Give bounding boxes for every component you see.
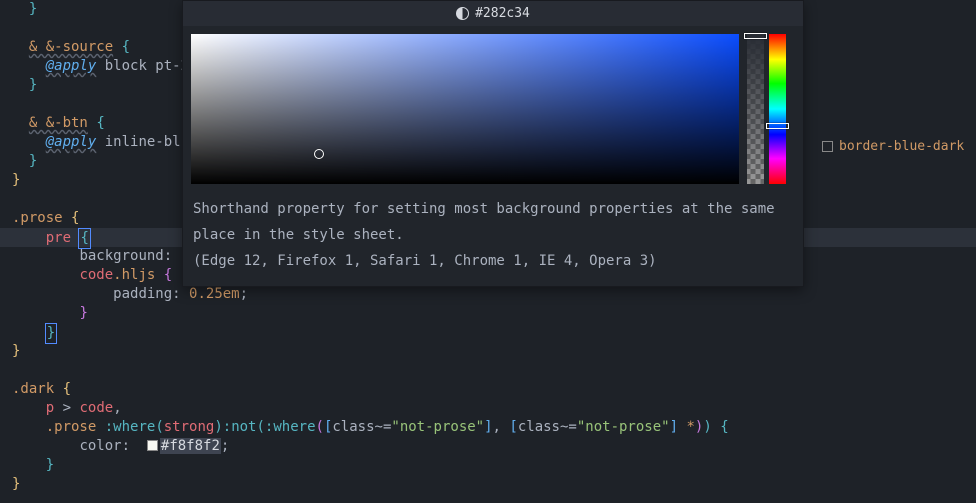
selector-tag: pre xyxy=(46,230,71,246)
hex-value: #f8f8f2 xyxy=(160,438,221,454)
pseudo-func: :where xyxy=(265,419,316,435)
star-selector: * xyxy=(686,419,694,435)
close-brace: } xyxy=(79,305,87,321)
selector-tag: strong xyxy=(164,419,215,435)
contrast-icon xyxy=(456,7,469,20)
hue-slider[interactable] xyxy=(769,34,786,184)
open-brace: { xyxy=(122,39,130,55)
code-text: block pt-2 xyxy=(96,58,189,74)
property-description: Shorthand property for setting most back… xyxy=(193,196,793,248)
combinator: > xyxy=(63,400,71,416)
pseudo-func: :where xyxy=(105,419,156,435)
selector: & &-source xyxy=(29,39,113,55)
at-rule: @apply xyxy=(46,58,97,74)
close-brace: } xyxy=(45,323,57,344)
alpha-slider[interactable] xyxy=(747,34,764,184)
selector-class: .hljs xyxy=(113,267,155,283)
color-picker-header[interactable]: #282c34 xyxy=(183,1,803,26)
open-brace: { xyxy=(720,419,728,435)
hint-text: border-blue-dark xyxy=(839,137,964,156)
selector-class: .prose xyxy=(12,210,63,226)
operator: ~= xyxy=(375,419,392,435)
pseudo-func: :not xyxy=(223,419,257,435)
attr-name: class xyxy=(518,419,560,435)
string: "not-prose" xyxy=(391,419,484,435)
hue-handle[interactable] xyxy=(766,123,789,129)
sv-handle[interactable] xyxy=(314,149,324,159)
close-brace: } xyxy=(12,476,20,492)
saturation-value-canvas[interactable] xyxy=(191,34,739,184)
selector: & &-btn xyxy=(29,115,88,131)
empty-swatch-icon xyxy=(822,141,833,152)
alpha-handle[interactable] xyxy=(744,33,767,39)
close-brace: } xyxy=(29,1,37,17)
selector-class: .prose xyxy=(46,419,97,435)
close-brace: } xyxy=(12,343,20,359)
open-brace: { xyxy=(164,267,172,283)
close-brace: } xyxy=(29,77,37,93)
selector-tag: p xyxy=(46,400,54,416)
operator: ~= xyxy=(560,419,577,435)
css-value: 0.25em xyxy=(189,286,240,302)
open-brace: { xyxy=(71,210,79,226)
css-property: padding xyxy=(113,286,172,302)
selector-class: .dark xyxy=(12,381,54,397)
close-brace: } xyxy=(29,153,37,169)
minimap-hint: border-blue-dark xyxy=(822,137,964,156)
close-brace: } xyxy=(12,172,20,188)
attr-name: class xyxy=(332,419,374,435)
open-brace: { xyxy=(96,115,104,131)
string: "not-prose" xyxy=(577,419,670,435)
open-brace: { xyxy=(78,228,90,249)
code-text: inline-bl xyxy=(96,134,180,150)
selector-tag: code xyxy=(79,400,113,416)
at-rule: @apply xyxy=(46,134,97,150)
css-property: background xyxy=(79,248,163,264)
css-property: color xyxy=(79,438,121,454)
color-picker-popup: #282c34 Shorthand property for setting m… xyxy=(182,0,804,287)
open-brace: { xyxy=(63,381,71,397)
color-swatch-icon[interactable] xyxy=(147,440,158,451)
browser-compat: (Edge 12, Firefox 1, Safari 1, Chrome 1,… xyxy=(193,248,793,274)
close-brace: } xyxy=(46,457,54,473)
selector-tag: code xyxy=(79,267,113,283)
color-hex-label: #282c34 xyxy=(475,4,530,23)
